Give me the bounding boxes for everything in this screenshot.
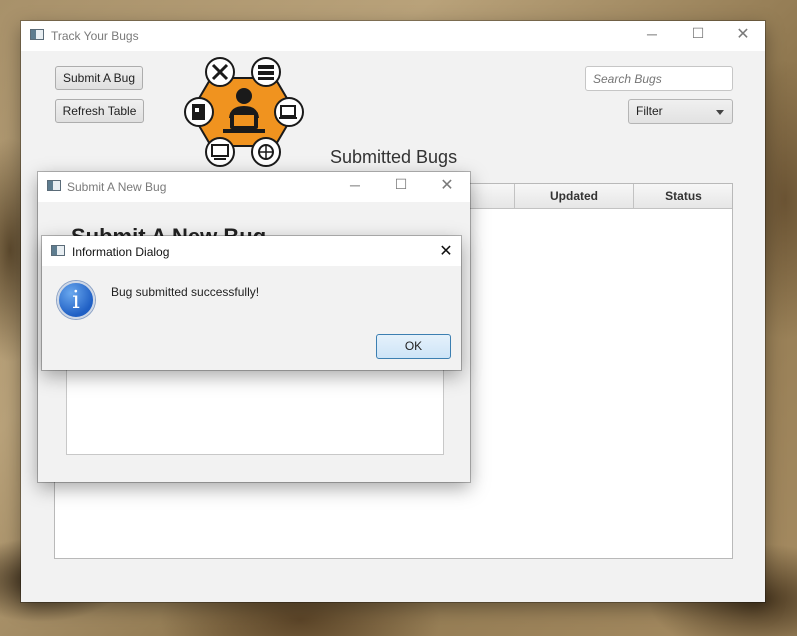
app-icon <box>51 245 65 256</box>
submit-window-title: Submit A New Bug <box>67 180 167 194</box>
main-titlebar[interactable]: Track Your Bugs ─ ☐ ✕ <box>21 21 765 51</box>
maximize-icon[interactable]: ☐ <box>378 176 424 193</box>
bug-document-icon <box>184 97 214 127</box>
filter-label: Filter <box>636 104 663 118</box>
minimize-icon[interactable]: ─ <box>332 177 378 193</box>
ok-button[interactable]: OK <box>376 334 451 359</box>
info-icon: i <box>57 281 95 319</box>
refresh-table-button[interactable]: Refresh Table <box>55 99 144 123</box>
close-icon[interactable]: ✕ <box>423 241 469 261</box>
maximize-icon[interactable]: ☐ <box>675 25 721 42</box>
app-icon <box>47 180 61 191</box>
monitor-user-icon <box>205 137 235 167</box>
search-input[interactable] <box>585 66 733 91</box>
dialog-message: Bug submitted successfully! <box>111 285 260 299</box>
globe-gear-icon <box>251 137 281 167</box>
close-icon[interactable]: ✕ <box>424 175 470 195</box>
dialog-title: Information Dialog <box>72 245 170 259</box>
submit-titlebar[interactable]: Submit A New Bug ─ ☐ ✕ <box>38 172 470 202</box>
filter-dropdown[interactable]: Filter <box>628 99 733 124</box>
main-window-title: Track Your Bugs <box>51 29 139 43</box>
laptop-search-icon <box>274 97 304 127</box>
tools-icon <box>205 57 235 87</box>
server-icon <box>251 57 281 87</box>
column-header-status[interactable]: Status <box>633 184 733 208</box>
bug-tracker-logo <box>184 57 304 167</box>
column-header-updated[interactable]: Updated <box>514 184 633 208</box>
submit-bug-button[interactable]: Submit A Bug <box>55 66 143 90</box>
bug-description-textarea[interactable] <box>66 362 444 455</box>
minimize-icon[interactable]: ─ <box>629 26 675 42</box>
logo-person-head <box>236 88 252 104</box>
information-dialog: Information Dialog ✕ i Bug submitted suc… <box>42 236 461 370</box>
close-icon[interactable]: ✕ <box>720 24 766 44</box>
dialog-titlebar[interactable]: Information Dialog ✕ <box>42 236 461 266</box>
page-title: Submitted Bugs <box>330 147 458 167</box>
chevron-down-icon <box>716 110 724 115</box>
app-icon <box>30 29 44 40</box>
